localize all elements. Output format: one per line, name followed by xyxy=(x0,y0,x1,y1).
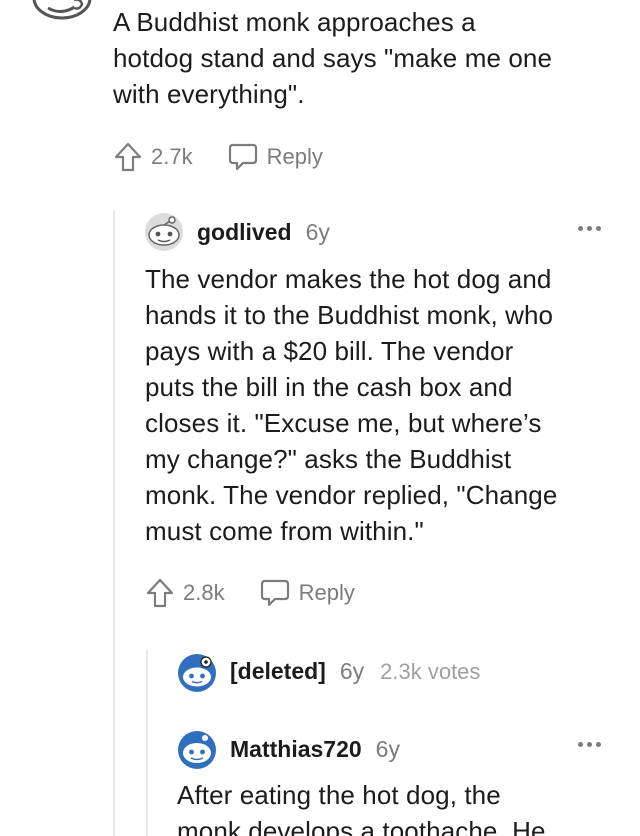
username-link[interactable]: Matthias720 xyxy=(230,736,362,763)
upvote-button[interactable]: 2.7k xyxy=(113,141,227,173)
reply-button[interactable]: Reply xyxy=(259,578,355,608)
comment-line: hands it to the Buddhist monk, who xyxy=(145,300,554,330)
speech-bubble-icon xyxy=(260,579,289,607)
upvote-count: 2.7k xyxy=(151,144,193,169)
reply-label: Reply xyxy=(298,580,355,605)
reply-label: Reply xyxy=(266,144,323,169)
root-avatar[interactable] xyxy=(30,0,94,32)
snoo-avatar-icon xyxy=(32,0,92,20)
comment-line: After eating the hot dog, the xyxy=(177,780,501,810)
comment-line: monk develops a toothache. He xyxy=(177,816,546,836)
vote-count: 2.3k votes xyxy=(380,659,481,684)
comment-line: A Buddhist monk approaches a xyxy=(113,7,476,37)
more-options-icon[interactable] xyxy=(578,742,601,747)
reply-button[interactable]: Reply xyxy=(227,142,323,172)
upvote-count: 2.8k xyxy=(183,580,225,605)
comment-line: hotdog stand and says "make me one xyxy=(113,43,553,73)
upvote-arrow-icon xyxy=(114,142,142,172)
username-link[interactable]: godlived xyxy=(197,219,292,246)
snoo-avatar-icon xyxy=(178,654,216,692)
godlived-comment-actions: 2.8k Reply xyxy=(145,575,355,611)
snoo-avatar-icon xyxy=(145,213,183,251)
matthias-meta: Matthias720 6y xyxy=(230,736,400,763)
comment-line: must come from within." xyxy=(145,516,424,546)
thread-line-nested[interactable] xyxy=(146,650,148,836)
matthias-comment-body: After eating the hot dog, the monk devel… xyxy=(177,777,546,836)
comment-line: closes it. "Excuse me, but where’s xyxy=(145,408,542,438)
comment-line: my change?" asks the Buddhist xyxy=(145,444,512,474)
thread-line[interactable] xyxy=(113,210,115,836)
deleted-avatar[interactable] xyxy=(177,653,217,693)
matthias-avatar[interactable] xyxy=(177,730,217,770)
comment-line: The vendor makes the hot dog and xyxy=(145,264,552,294)
comment-age: 6y xyxy=(305,219,330,245)
root-comment-actions: 2.7k Reply xyxy=(113,139,323,175)
godlived-comment-body: The vendor makes the hot dog and hands i… xyxy=(145,261,557,549)
comment-line: with everything". xyxy=(113,79,305,109)
upvote-arrow-icon xyxy=(146,578,174,608)
upvote-button[interactable]: 2.8k xyxy=(145,577,259,609)
comment-age: 6y xyxy=(375,736,400,762)
snoo-avatar-icon xyxy=(178,731,216,769)
root-comment-body: A Buddhist monk approaches a hotdog stan… xyxy=(113,4,552,112)
comment-line: puts the bill in the cash box and xyxy=(145,372,513,402)
comment-line: monk. The vendor replied, "Change xyxy=(145,480,558,510)
comment-line: pays with a $20 bill. The vendor xyxy=(145,336,514,366)
speech-bubble-icon xyxy=(228,143,257,171)
comment-age: 6y xyxy=(339,658,365,684)
username-deleted: [deleted] xyxy=(230,658,326,684)
godlived-avatar[interactable] xyxy=(144,212,184,252)
deleted-meta[interactable]: [deleted] 6y 2.3k votes xyxy=(230,658,480,685)
godlived-meta: godlived 6y xyxy=(197,219,330,246)
more-options-icon[interactable] xyxy=(578,226,601,231)
